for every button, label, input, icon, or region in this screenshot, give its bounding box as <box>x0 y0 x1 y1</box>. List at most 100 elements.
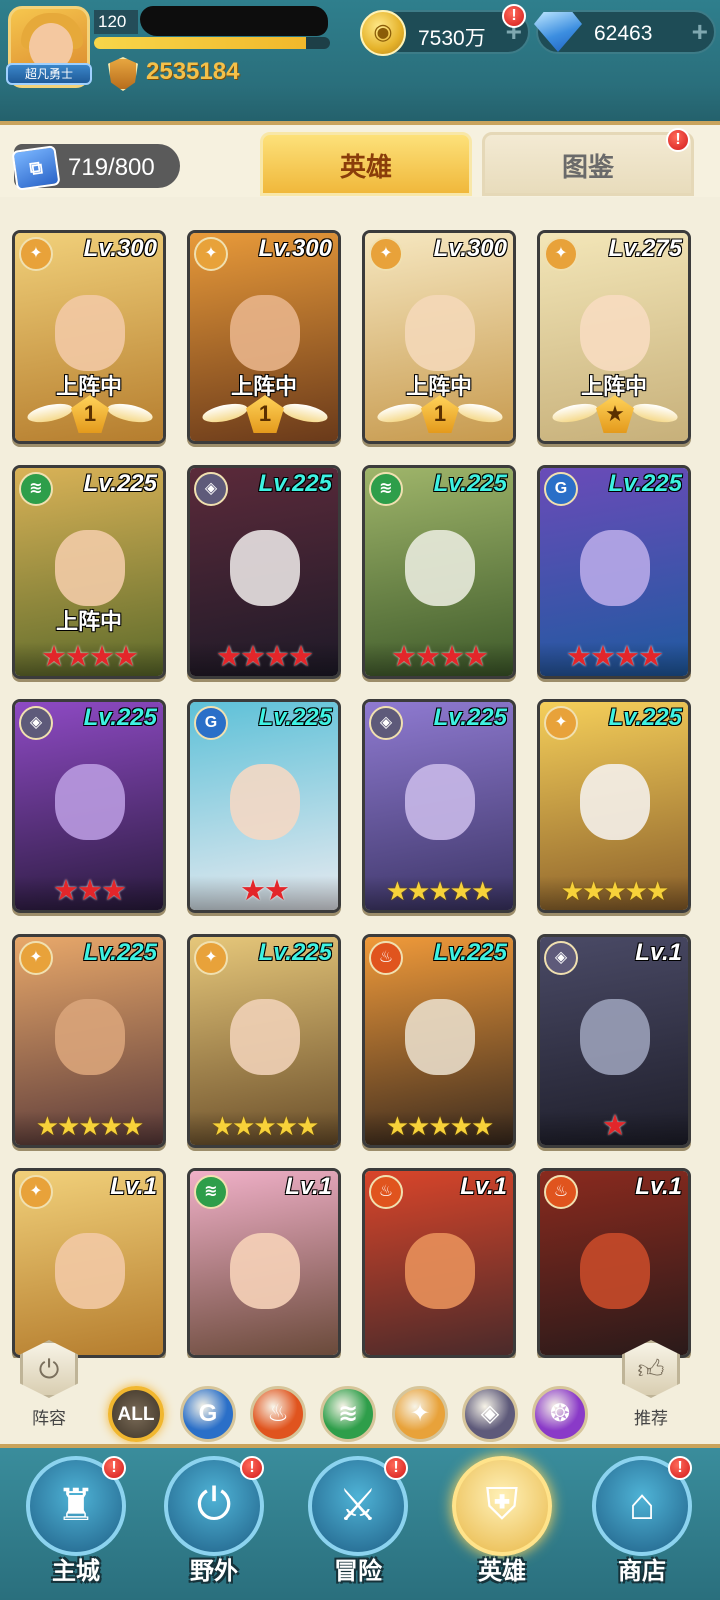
hero-star-rating: ★★★★★ <box>540 876 688 910</box>
hero-level: Lv.225 <box>258 704 332 731</box>
hero-card[interactable]: ✦ Lv.1 <box>12 1168 166 1358</box>
rank-emblem: ★ <box>596 395 634 433</box>
hero-star-rating: ★★★ <box>15 876 163 910</box>
hero-card[interactable]: G Lv.225 ★★★★ <box>537 465 691 679</box>
hero-level: Lv.1 <box>460 1173 507 1200</box>
hero-card[interactable]: ✦ Lv.300 上阵中 1 <box>187 230 341 444</box>
hero-star-rating: ★★★★ <box>190 642 338 676</box>
hero-card[interactable]: ✦ Lv.225 ★★★★★ <box>12 934 166 1148</box>
wing-left <box>25 400 75 426</box>
faction-filter-water-icon[interactable]: G <box>180 1386 236 1442</box>
hero-level: Lv.1 <box>635 939 682 966</box>
hero-face <box>405 999 475 1075</box>
hero-card[interactable]: ≋ Lv.225 ★★★★ <box>362 465 516 679</box>
tab-heroes[interactable]: 英雄 <box>260 132 472 196</box>
hero-card[interactable]: ♨ Lv.225 ★★★★★ <box>362 934 516 1148</box>
hero-level: Lv.225 <box>433 470 507 497</box>
nav-shop-button[interactable]: ⌂ 商店! <box>580 1452 704 1592</box>
nav-alert-icon: ! <box>240 1456 264 1480</box>
nav-city-button[interactable]: ♜ 主城! <box>14 1452 138 1592</box>
faction-filter-all[interactable]: ALL <box>108 1386 164 1442</box>
wing-right <box>455 400 505 426</box>
faction-filter-light-icon[interactable]: ✦ <box>392 1386 448 1442</box>
winged-rank-badge: 1 <box>375 395 505 435</box>
faction-filter-fire-icon[interactable]: ♨ <box>250 1386 306 1442</box>
shop-icon: ⌂ <box>628 1480 656 1529</box>
fire-faction-icon: ♨ <box>369 941 403 975</box>
player-name-redacted <box>140 6 328 36</box>
light-faction-icon: ✦ <box>19 1175 53 1209</box>
hero-face <box>580 999 650 1075</box>
thumbs-up-icon: 👍︎ <box>622 1340 680 1398</box>
hero-face <box>230 1233 300 1309</box>
nav-alert-icon: ! <box>384 1456 408 1480</box>
wing-right <box>280 400 330 426</box>
hero-face <box>230 530 300 606</box>
faction-filter-shadow-icon[interactable]: ❂ <box>532 1386 588 1442</box>
hero-star-rating: ★★★★★ <box>365 876 513 910</box>
lineup-label: 阵容 <box>32 1409 66 1428</box>
hero-level: Lv.225 <box>258 939 332 966</box>
wing-right <box>630 400 680 426</box>
nav-heroes-button[interactable]: ⛨ 英雄 <box>440 1452 564 1592</box>
hero-level: Lv.1 <box>635 1173 682 1200</box>
hero-face <box>230 999 300 1075</box>
add-gems-button[interactable]: + <box>692 18 708 46</box>
rank-emblem: 1 <box>246 395 284 433</box>
hero-level: Lv.1 <box>110 1173 157 1200</box>
hero-card[interactable]: ♨ Lv.1 <box>537 1168 691 1358</box>
hero-star-rating: ★★★★★ <box>15 1111 163 1145</box>
nav-adventure-button[interactable]: ⚔ 冒险! <box>296 1452 420 1592</box>
hero-card[interactable]: ✦ Lv.300 上阵中 1 <box>12 230 166 444</box>
codex-alert-icon: ! <box>666 128 690 152</box>
hero-deployed-status: 上阵中 <box>55 609 122 634</box>
hero-level: Lv.225 <box>608 470 682 497</box>
hero-card[interactable]: ≋ Lv.225 上阵中 ★★★★ <box>12 465 166 679</box>
hero-face <box>580 1233 650 1309</box>
hero-star-rating: ★ <box>540 1111 688 1145</box>
tab-codex[interactable]: 图鉴 <box>482 132 694 196</box>
hero-card[interactable]: ♨ Lv.1 <box>362 1168 516 1358</box>
hero-card[interactable]: G Lv.225 ★★ <box>187 699 341 913</box>
hero-level: Lv.225 <box>83 704 157 731</box>
hero-face <box>230 295 300 371</box>
hero-card[interactable]: ✦ Lv.225 ★★★★★ <box>537 699 691 913</box>
hero-card[interactable]: ◈ Lv.1 ★ <box>537 934 691 1148</box>
hero-face <box>230 764 300 840</box>
lineup-power-icon: ⏻ <box>20 1340 78 1398</box>
wing-left <box>375 400 425 426</box>
castle-icon: ♜ <box>56 1481 96 1530</box>
hero-card[interactable]: ✦ Lv.300 上阵中 1 <box>362 230 516 444</box>
xp-bar-fill <box>94 37 307 49</box>
player-level: 120 <box>94 10 138 34</box>
hero-level: Lv.300 <box>83 235 157 262</box>
hero-star-rating: ★★★★★ <box>190 1111 338 1145</box>
light-faction-icon: ✦ <box>544 706 578 740</box>
hero-card[interactable]: ✦ Lv.225 ★★★★★ <box>187 934 341 1148</box>
hero-face <box>405 530 475 606</box>
light-faction-icon: ✦ <box>19 941 53 975</box>
recommend-button[interactable]: 👍︎ 推荐 <box>616 1340 686 1440</box>
gem-counter[interactable]: 62463 + <box>534 10 716 54</box>
rank-emblem: 1 <box>71 395 109 433</box>
winged-rank-badge: ★ <box>550 395 680 435</box>
nav-wild-button[interactable]: ⏻ 野外! <box>152 1452 276 1592</box>
hero-card[interactable]: ◈ Lv.225 ★★★★ <box>187 465 341 679</box>
hero-card[interactable]: ✦ Lv.275 上阵中 ★ <box>537 230 691 444</box>
hero-face <box>405 764 475 840</box>
lineup-button[interactable]: ⏻ 阵容 <box>14 1340 84 1440</box>
hero-card[interactable]: ◈ Lv.225 ★★★ <box>12 699 166 913</box>
void-faction-icon: ◈ <box>544 941 578 975</box>
hero-card[interactable]: ◈ Lv.225 ★★★★★ <box>362 699 516 913</box>
hero-level: Lv.225 <box>258 470 332 497</box>
gold-coin-icon: ◉ <box>360 10 406 56</box>
nav-label: 主城 <box>52 1558 100 1585</box>
faction-filter-void-icon[interactable]: ◈ <box>462 1386 518 1442</box>
xp-bar <box>94 37 330 49</box>
hero-card[interactable]: ≋ Lv.1 <box>187 1168 341 1358</box>
faction-filter-forest-icon[interactable]: ≋ <box>320 1386 376 1442</box>
nav-label: 野外 <box>190 1558 238 1585</box>
void-faction-icon: ◈ <box>369 706 403 740</box>
player-title-badge: 超凡勇士 <box>6 63 92 85</box>
light-faction-icon: ✦ <box>369 237 403 271</box>
